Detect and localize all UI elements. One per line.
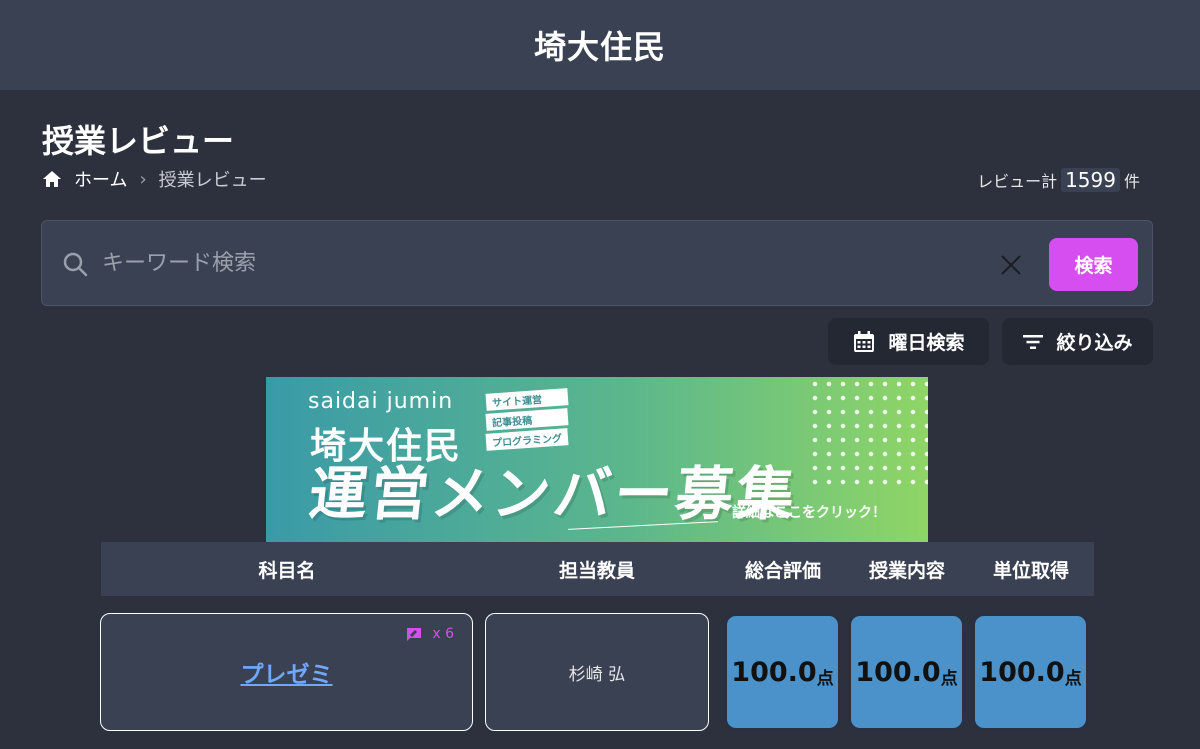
column-header-overall: 総合評価 — [744, 559, 821, 582]
column-header-credit: 単位取得 — [992, 559, 1069, 582]
top-bar: 埼大住民 — [0, 0, 1200, 90]
score-unit: 点 — [816, 668, 834, 689]
search-box: 検索 — [41, 220, 1153, 306]
site-title[interactable]: 埼大住民 — [534, 22, 666, 68]
score-unit: 点 — [1064, 668, 1082, 689]
breadcrumb-current: 授業レビュー — [158, 170, 267, 191]
search-input[interactable] — [102, 243, 1002, 283]
day-search-button[interactable]: 曜日検索 — [828, 318, 989, 365]
review-count-suffix: 件 — [1123, 172, 1140, 191]
comment-count: x 6 — [406, 626, 454, 642]
content-score: 100.0 点 — [848, 613, 965, 731]
review-count-prefix: レビュー計 — [977, 172, 1058, 191]
search-icon — [63, 252, 88, 277]
overall-score: 100.0 点 — [724, 613, 841, 731]
narrow-down-label: 絞り込み — [1056, 332, 1133, 354]
review-count: レビュー計 1599 件 — [977, 168, 1140, 192]
teacher-name: 杉崎 弘 — [568, 664, 626, 685]
recruit-banner[interactable]: saidai jumin 埼大住民 サイト運営 記事投稿 プログラミング 運営メ… — [266, 377, 928, 542]
page-title: 授業レビュー — [42, 122, 235, 160]
column-header-content: 授業内容 — [868, 559, 945, 582]
breadcrumb: ホーム › 授業レビュー — [42, 166, 267, 192]
credit-score: 100.0 点 — [972, 613, 1089, 731]
chevron-right-icon: › — [139, 168, 147, 190]
day-search-label: 曜日検索 — [888, 332, 965, 354]
score-unit: 点 — [940, 668, 958, 689]
column-header-subject: 科目名 — [258, 559, 316, 582]
banner-tags: サイト運営 記事投稿 プログラミング — [485, 388, 569, 451]
subject-cell: x 6 プレゼミ — [100, 613, 473, 731]
comment-count-value: x 6 — [432, 626, 454, 642]
banner-tag: 記事投稿 — [485, 408, 569, 431]
credit-score-value: 100.0 — [979, 656, 1065, 688]
overall-score-value: 100.0 — [731, 656, 817, 688]
banner-dot-pattern — [808, 377, 928, 487]
home-icon — [43, 171, 61, 187]
banner-headline: 運営メンバー募集 — [305, 460, 802, 528]
review-count-number: 1599 — [1061, 168, 1120, 192]
filter-icon — [1023, 334, 1044, 349]
breadcrumb-home-label: ホーム — [74, 170, 128, 191]
content-score-value: 100.0 — [855, 656, 941, 688]
close-icon[interactable] — [1000, 254, 1022, 276]
breadcrumb-home[interactable]: ホーム — [42, 166, 127, 192]
comment-icon — [407, 627, 422, 641]
calendar-icon — [854, 330, 875, 352]
teacher-cell: 杉崎 弘 — [485, 613, 709, 731]
narrow-down-button[interactable]: 絞り込み — [1002, 318, 1153, 365]
banner-tag: サイト運営 — [485, 388, 569, 411]
column-header-teacher: 担当教員 — [558, 559, 635, 582]
banner-cta: 詳細はここをクリック！ — [732, 505, 886, 521]
search-button[interactable]: 検索 — [1049, 238, 1138, 291]
table-header: 科目名 担当教員 総合評価 授業内容 単位取得 — [101, 542, 1094, 596]
subject-link[interactable]: プレゼミ — [241, 655, 333, 689]
banner-subtitle: saidai jumin — [308, 389, 454, 414]
